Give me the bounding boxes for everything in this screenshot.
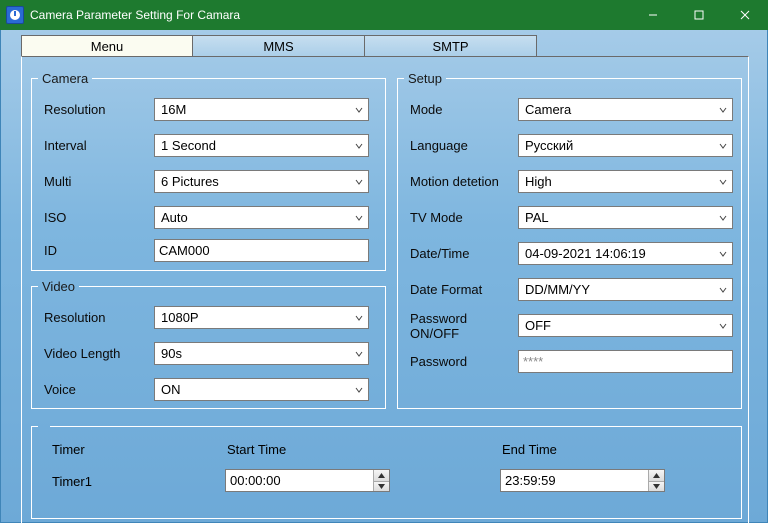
chevron-down-icon bbox=[350, 309, 368, 326]
chevron-down-icon bbox=[350, 101, 368, 118]
chevron-down-icon bbox=[714, 173, 732, 190]
camera-id-value: CAM000 bbox=[159, 243, 210, 258]
chevron-down-icon bbox=[350, 137, 368, 154]
video-length-value: 90s bbox=[159, 346, 350, 361]
camera-id-input[interactable]: CAM000 bbox=[154, 239, 369, 262]
chevron-down-icon bbox=[350, 381, 368, 398]
group-timer: . Timer Start Time End Time Timer1 00:00… bbox=[31, 419, 742, 519]
tab-mms-label: MMS bbox=[263, 39, 293, 54]
setup-password-value: **** bbox=[523, 354, 543, 369]
tab-smtp-label: SMTP bbox=[432, 39, 468, 54]
tab-menu[interactable]: Menu bbox=[21, 35, 193, 57]
setup-tv-label: TV Mode bbox=[410, 210, 518, 225]
timer-end-label: End Time bbox=[502, 442, 557, 457]
camera-multi-select[interactable]: 6 Pictures bbox=[154, 170, 369, 193]
maximize-button[interactable] bbox=[676, 0, 722, 30]
group-setup: Setup Mode Camera Language Русский Motio… bbox=[397, 71, 742, 409]
setup-pwdonoff-value: OFF bbox=[523, 318, 714, 333]
setup-mode-select[interactable]: Camera bbox=[518, 98, 733, 121]
group-video-legend: Video bbox=[38, 279, 79, 294]
setup-motion-value: High bbox=[523, 174, 714, 189]
chevron-down-icon bbox=[350, 209, 368, 226]
group-video: Video Resolution 1080P Video Length 90s … bbox=[31, 279, 386, 409]
chevron-down-icon bbox=[714, 137, 732, 154]
video-resolution-select[interactable]: 1080P bbox=[154, 306, 369, 329]
setup-password-label: Password bbox=[410, 354, 518, 369]
close-button[interactable] bbox=[722, 0, 768, 30]
timer-start-label: Start Time bbox=[227, 442, 286, 457]
setup-language-select[interactable]: Русский bbox=[518, 134, 733, 157]
camera-interval-label: Interval bbox=[44, 138, 154, 153]
setup-datetime-label: Date/Time bbox=[410, 246, 518, 261]
timer1-end-value: 23:59:59 bbox=[501, 470, 648, 491]
spin-up-button[interactable] bbox=[374, 470, 389, 481]
timer1-end-input[interactable]: 23:59:59 bbox=[500, 469, 665, 492]
setup-language-label: Language bbox=[410, 138, 518, 153]
setup-dateformat-select[interactable]: DD/MM/YY bbox=[518, 278, 733, 301]
chevron-down-icon bbox=[350, 345, 368, 362]
titlebar: Camera Parameter Setting For Camara bbox=[0, 0, 768, 30]
camera-iso-label: ISO bbox=[44, 210, 154, 225]
camera-multi-value: 6 Pictures bbox=[159, 174, 350, 189]
setup-motion-label: Motion detetion bbox=[410, 174, 518, 189]
setup-dateformat-value: DD/MM/YY bbox=[523, 282, 714, 297]
setup-language-value: Русский bbox=[523, 138, 714, 153]
spin-up-button[interactable] bbox=[649, 470, 664, 481]
camera-resolution-value: 16M bbox=[159, 102, 350, 117]
setup-mode-value: Camera bbox=[523, 102, 714, 117]
chevron-down-icon bbox=[350, 173, 368, 190]
video-resolution-label: Resolution bbox=[44, 310, 154, 325]
camera-id-label: ID bbox=[44, 243, 154, 258]
video-voice-label: Voice bbox=[44, 382, 154, 397]
tab-menu-label: Menu bbox=[91, 39, 124, 54]
setup-datetime-select[interactable]: 04-09-2021 14:06:19 bbox=[518, 242, 733, 265]
chevron-down-icon bbox=[714, 245, 732, 262]
setup-mode-label: Mode bbox=[410, 102, 518, 117]
tab-page: Camera Resolution 16M Interval 1 Second … bbox=[21, 56, 749, 523]
spin-down-button[interactable] bbox=[374, 481, 389, 492]
camera-interval-select[interactable]: 1 Second bbox=[154, 134, 369, 157]
spin-down-button[interactable] bbox=[649, 481, 664, 492]
app-icon bbox=[6, 6, 24, 24]
setup-dateformat-label: Date Format bbox=[410, 282, 518, 297]
chevron-down-icon bbox=[714, 317, 732, 334]
tab-smtp[interactable]: SMTP bbox=[365, 35, 537, 57]
camera-iso-select[interactable]: Auto bbox=[154, 206, 369, 229]
video-voice-value: ON bbox=[159, 382, 350, 397]
setup-motion-select[interactable]: High bbox=[518, 170, 733, 193]
video-resolution-value: 1080P bbox=[159, 310, 350, 325]
video-length-label: Video Length bbox=[44, 346, 154, 361]
camera-resolution-select[interactable]: 16M bbox=[154, 98, 369, 121]
camera-iso-value: Auto bbox=[159, 210, 350, 225]
camera-resolution-label: Resolution bbox=[44, 102, 154, 117]
group-camera-legend: Camera bbox=[38, 71, 92, 86]
tabstrip: Menu MMS SMTP bbox=[21, 35, 537, 57]
timer1-start-value: 00:00:00 bbox=[226, 470, 373, 491]
group-camera: Camera Resolution 16M Interval 1 Second … bbox=[31, 71, 386, 271]
timer1-start-input[interactable]: 00:00:00 bbox=[225, 469, 390, 492]
minimize-button[interactable] bbox=[630, 0, 676, 30]
spinner-buttons bbox=[648, 470, 664, 491]
camera-interval-value: 1 Second bbox=[159, 138, 350, 153]
setup-pwdonoff-label: Password ON/OFF bbox=[410, 311, 518, 341]
tab-mms[interactable]: MMS bbox=[193, 35, 365, 57]
chevron-down-icon bbox=[714, 209, 732, 226]
timer1-label: Timer1 bbox=[52, 474, 92, 489]
setup-datetime-value: 04-09-2021 14:06:19 bbox=[523, 246, 714, 261]
setup-pwdonoff-select[interactable]: OFF bbox=[518, 314, 733, 337]
window-title: Camera Parameter Setting For Camara bbox=[30, 8, 240, 22]
chevron-down-icon bbox=[714, 281, 732, 298]
video-length-select[interactable]: 90s bbox=[154, 342, 369, 365]
timer-header-label: Timer bbox=[52, 442, 85, 457]
spinner-buttons bbox=[373, 470, 389, 491]
chevron-down-icon bbox=[714, 101, 732, 118]
group-setup-legend: Setup bbox=[404, 71, 446, 86]
video-voice-select[interactable]: ON bbox=[154, 378, 369, 401]
setup-password-input[interactable]: **** bbox=[518, 350, 733, 373]
setup-tv-select[interactable]: PAL bbox=[518, 206, 733, 229]
client-area: Menu MMS SMTP Camera Resolution 16M Inte… bbox=[0, 30, 768, 523]
camera-multi-label: Multi bbox=[44, 174, 154, 189]
setup-tv-value: PAL bbox=[523, 210, 714, 225]
